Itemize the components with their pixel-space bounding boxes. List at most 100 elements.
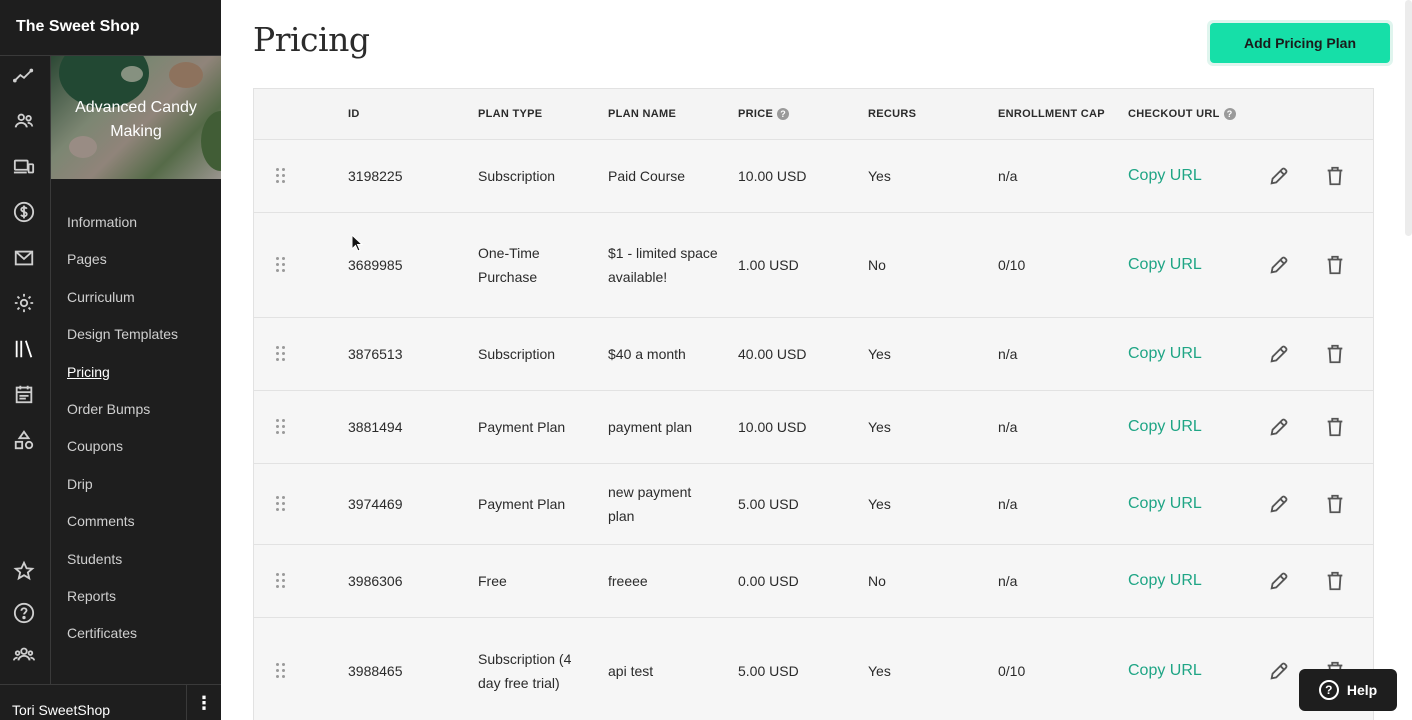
table-row: 3881494 Payment Plan payment plan 10.00 USD…: [254, 391, 1373, 464]
cell-enrollment-cap: n/a: [998, 573, 1018, 589]
community-icon[interactable]: [11, 641, 37, 667]
nav-item-pages[interactable]: Pages: [67, 247, 178, 284]
pricing-table: ID PLAN TYPE PLAN NAME PRICE? RECURS ENR…: [253, 88, 1374, 720]
mail-icon[interactable]: [11, 245, 37, 271]
cell-recurs: No: [868, 573, 886, 589]
add-pricing-plan-button[interactable]: Add Pricing Plan: [1210, 23, 1390, 63]
edit-pencil-icon[interactable]: [1268, 416, 1290, 438]
nav-item-design-templates[interactable]: Design Templates: [67, 322, 178, 359]
page-scrollbar[interactable]: [1405, 0, 1412, 236]
cell-recurs: Yes: [868, 346, 891, 362]
table-header: ID PLAN TYPE PLAN NAME PRICE? RECURS ENR…: [254, 89, 1373, 140]
edit-pencil-icon[interactable]: [1268, 493, 1290, 515]
star-icon[interactable]: [11, 558, 37, 584]
edit-pencil-icon[interactable]: [1268, 570, 1290, 592]
cell-plan-type: Subscription: [478, 168, 556, 184]
cell-plan-type: Subscription (4 day free trial): [478, 651, 572, 691]
settings-icon[interactable]: [11, 290, 37, 316]
course-title[interactable]: Advanced Candy Making: [51, 96, 221, 144]
delete-trash-icon[interactable]: [1324, 570, 1346, 592]
cell-recurs: Yes: [868, 168, 891, 184]
dollar-icon[interactable]: [11, 199, 37, 225]
nav-item-pricing[interactable]: Pricing: [67, 360, 178, 397]
table-row: 3974469 Payment Plan new payment plan 5.00 …: [254, 464, 1373, 545]
cell-plan-type: Subscription: [478, 346, 556, 362]
cell-plan-name: freeee: [608, 573, 648, 589]
cell-id: 3881494: [348, 419, 403, 435]
cell-price: 5.00 USD: [738, 496, 799, 512]
cell-plan-name: payment plan: [608, 419, 693, 435]
cell-enrollment-cap: n/a: [998, 419, 1018, 435]
delete-trash-icon[interactable]: [1324, 165, 1346, 187]
nav-item-drip[interactable]: Drip: [67, 472, 178, 509]
cell-id: 3988465: [348, 663, 403, 679]
calendar-icon[interactable]: [11, 381, 37, 407]
price-help-icon[interactable]: ?: [777, 108, 790, 120]
copy-url-link[interactable]: Copy URL: [1128, 569, 1238, 593]
cell-plan-name: new payment plan: [608, 484, 692, 524]
cell-plan-name: api test: [608, 663, 654, 679]
user-name[interactable]: Tori SweetShop: [12, 702, 110, 718]
delete-trash-icon[interactable]: [1324, 493, 1346, 515]
help-label: Help: [1346, 682, 1378, 698]
help-circle-icon[interactable]: [11, 600, 37, 626]
cell-enrollment-cap: 0/10: [998, 663, 1026, 679]
cell-enrollment-cap: n/a: [998, 496, 1018, 512]
drag-handle-icon[interactable]: [276, 257, 288, 273]
users-icon[interactable]: [11, 108, 37, 134]
help-button[interactable]: ? Help: [1299, 669, 1397, 711]
cell-recurs: Yes: [868, 663, 891, 679]
edit-pencil-icon[interactable]: [1268, 660, 1290, 682]
edit-pencil-icon[interactable]: [1268, 254, 1290, 276]
nav-item-curriculum[interactable]: Curriculum: [67, 285, 178, 322]
table-body: 3198225 Subscription Paid Course 10.00 USD Y…: [254, 140, 1373, 720]
copy-url-link[interactable]: Copy URL: [1128, 164, 1238, 188]
copy-url-link[interactable]: Copy URL: [1128, 342, 1238, 366]
drag-handle-icon[interactable]: [276, 573, 288, 589]
cell-enrollment-cap: n/a: [998, 346, 1018, 362]
nav-item-students[interactable]: Students: [67, 547, 178, 584]
drag-handle-icon[interactable]: [276, 663, 288, 679]
copy-url-link[interactable]: Copy URL: [1128, 659, 1238, 683]
copy-url-link[interactable]: Copy URL: [1128, 492, 1238, 516]
cell-plan-name: Paid Course: [608, 168, 686, 184]
devices-icon[interactable]: [11, 154, 37, 180]
library-icon[interactable]: [11, 336, 37, 362]
copy-url-link[interactable]: Copy URL: [1128, 253, 1238, 277]
cell-enrollment-cap: n/a: [998, 168, 1018, 184]
sidebar-header: The Sweet Shop: [0, 0, 221, 56]
cell-price: 10.00 USD: [738, 168, 807, 184]
delete-trash-icon[interactable]: [1324, 254, 1346, 276]
shapes-icon[interactable]: [11, 427, 37, 453]
table-row: 3689985 One-Time Purchase $1 - limited spa…: [254, 213, 1373, 318]
cell-price: 10.00 USD: [738, 419, 807, 435]
drag-handle-icon[interactable]: [276, 419, 288, 435]
cell-price: 0.00 USD: [738, 573, 799, 589]
nav-item-comments[interactable]: Comments: [67, 509, 178, 546]
analytics-icon[interactable]: [11, 63, 37, 89]
table-row: 3198225 Subscription Paid Course 10.00 USD Y…: [254, 140, 1373, 213]
checkout-url-help-icon[interactable]: ?: [1223, 108, 1236, 120]
drag-handle-icon[interactable]: [276, 496, 288, 512]
drag-handle-icon[interactable]: [276, 168, 288, 184]
nav-item-information[interactable]: Information: [67, 210, 178, 247]
edit-pencil-icon[interactable]: [1268, 343, 1290, 365]
col-header-enrollment-cap: ENROLLMENT CAP: [998, 108, 1105, 120]
col-header-plan-type: PLAN TYPE: [478, 108, 543, 120]
nav-item-reports[interactable]: Reports: [67, 584, 178, 621]
nav-item-order-bumps[interactable]: Order Bumps: [67, 397, 178, 434]
school-name[interactable]: The Sweet Shop: [16, 18, 140, 36]
cell-id: 3974469: [348, 496, 403, 512]
delete-trash-icon[interactable]: [1324, 343, 1346, 365]
copy-url-link[interactable]: Copy URL: [1128, 415, 1238, 439]
edit-pencil-icon[interactable]: [1268, 165, 1290, 187]
cell-plan-type: Free: [478, 573, 507, 589]
drag-handle-icon[interactable]: [276, 346, 288, 362]
delete-trash-icon[interactable]: [1324, 416, 1346, 438]
cell-plan-type: Payment Plan: [478, 496, 566, 512]
nav-item-coupons[interactable]: Coupons: [67, 434, 178, 471]
col-header-id: ID: [348, 108, 360, 120]
user-menu-button[interactable]: ⋮: [186, 685, 221, 720]
cell-id: 3689985: [348, 257, 403, 273]
nav-item-certificates[interactable]: Certificates: [67, 621, 178, 658]
